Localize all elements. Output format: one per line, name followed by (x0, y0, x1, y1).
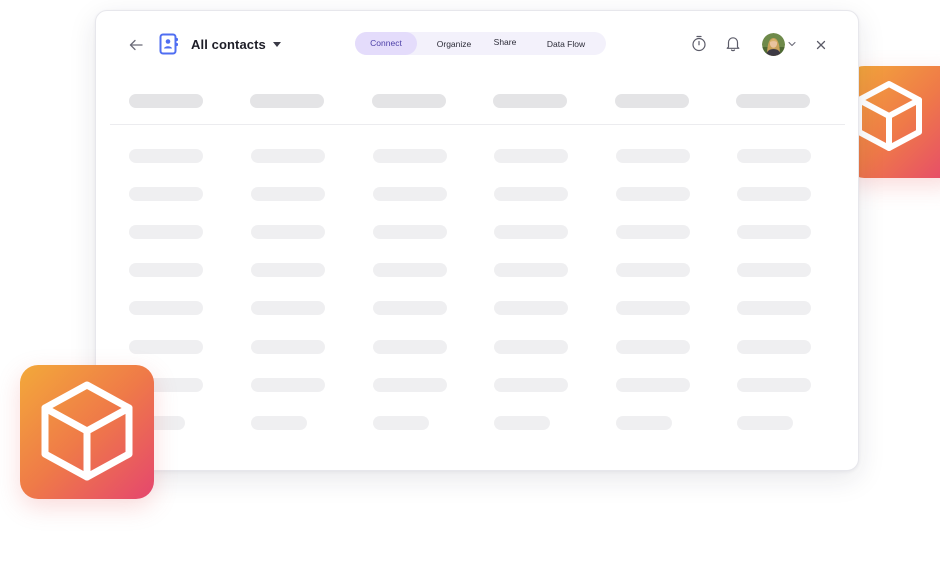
column-header-placeholder (615, 94, 689, 108)
column-header-placeholder (129, 94, 203, 108)
table-cell-placeholder (373, 416, 429, 430)
table-cell-placeholder (251, 301, 325, 315)
contacts-book-icon (159, 33, 178, 55)
table-cell-placeholder (129, 263, 203, 277)
table-cell-placeholder (737, 301, 811, 315)
cube-icon (856, 81, 922, 151)
table-cell-placeholder (373, 301, 447, 315)
table-cell-placeholder (129, 149, 203, 163)
app-icon-cube-small (848, 66, 940, 178)
column-header-placeholder (250, 94, 324, 108)
stopwatch-icon (692, 35, 706, 52)
table-cell-placeholder (373, 340, 447, 354)
table-cell-placeholder (494, 416, 550, 430)
table-cell-placeholder (616, 187, 690, 201)
table-cell-placeholder (494, 378, 568, 392)
table-cell-placeholder (616, 340, 690, 354)
table-cell-placeholder (373, 263, 447, 277)
table-cell-placeholder (373, 149, 447, 163)
close-button[interactable] (815, 38, 827, 50)
timer-button[interactable] (691, 35, 707, 52)
table-cell-placeholder (737, 149, 811, 163)
table-cell-placeholder (251, 263, 325, 277)
table-cell-placeholder (494, 149, 568, 163)
user-menu[interactable] (762, 32, 796, 56)
table-cell-placeholder (494, 187, 568, 201)
column-header-placeholder (493, 94, 567, 108)
contacts-window: All contacts Connect Organize Share Data… (95, 10, 859, 471)
table-cell-placeholder (373, 378, 447, 392)
window-header: All contacts Connect Organize Share Data… (96, 11, 858, 77)
tab-organize[interactable]: Organize (431, 33, 477, 56)
table-cell-placeholder (737, 263, 811, 277)
avatar (762, 32, 785, 56)
column-header-placeholder (736, 94, 810, 108)
table-cell-placeholder (737, 225, 811, 239)
table-cell-placeholder (494, 340, 568, 354)
table-cell-placeholder (129, 225, 203, 239)
table-header-divider (110, 124, 845, 125)
cube-icon (41, 381, 133, 481)
arrow-left-icon (129, 39, 143, 51)
table-cell-placeholder (251, 378, 325, 392)
table-cell-placeholder (616, 263, 690, 277)
table-cell-placeholder (373, 225, 447, 239)
table-cell-placeholder (494, 263, 568, 277)
table-cell-placeholder (737, 187, 811, 201)
table-cell-placeholder (494, 225, 568, 239)
notifications-button[interactable] (725, 35, 741, 52)
table-cell-placeholder (616, 301, 690, 315)
table-cell-placeholder (251, 416, 307, 430)
column-header-placeholder (372, 94, 446, 108)
table-cell-placeholder (129, 301, 203, 315)
table-cell-placeholder (494, 301, 568, 315)
table-cell-placeholder (251, 149, 325, 163)
tab-connect[interactable]: Connect (355, 32, 417, 55)
table-cell-placeholder (737, 378, 811, 392)
table-header-skeleton (96, 91, 858, 111)
table-cell-placeholder (616, 378, 690, 392)
chevron-down-icon (788, 41, 796, 47)
tab-data-flow[interactable]: Data Flow (542, 33, 590, 56)
view-tabs: Connect Organize Share Data Flow (355, 32, 606, 55)
table-cell-placeholder (251, 225, 325, 239)
app-icon-cube-large (20, 365, 154, 499)
table-cell-placeholder (129, 340, 203, 354)
table-cell-placeholder (616, 225, 690, 239)
table-cell-placeholder (129, 187, 203, 201)
bell-icon (726, 37, 740, 52)
table-cell-placeholder (737, 340, 811, 354)
table-cell-placeholder (616, 149, 690, 163)
tab-share[interactable]: Share (488, 31, 522, 54)
table-cell-placeholder (251, 340, 325, 354)
table-cell-placeholder (251, 187, 325, 201)
close-icon (816, 40, 826, 50)
table-cell-placeholder (616, 416, 672, 430)
table-cell-placeholder (737, 416, 793, 430)
contacts-view-dropdown[interactable]: All contacts (191, 33, 281, 55)
back-button[interactable] (127, 36, 145, 54)
page-title: All contacts (191, 36, 266, 52)
caret-down-icon (272, 41, 281, 47)
table-cell-placeholder (373, 187, 447, 201)
